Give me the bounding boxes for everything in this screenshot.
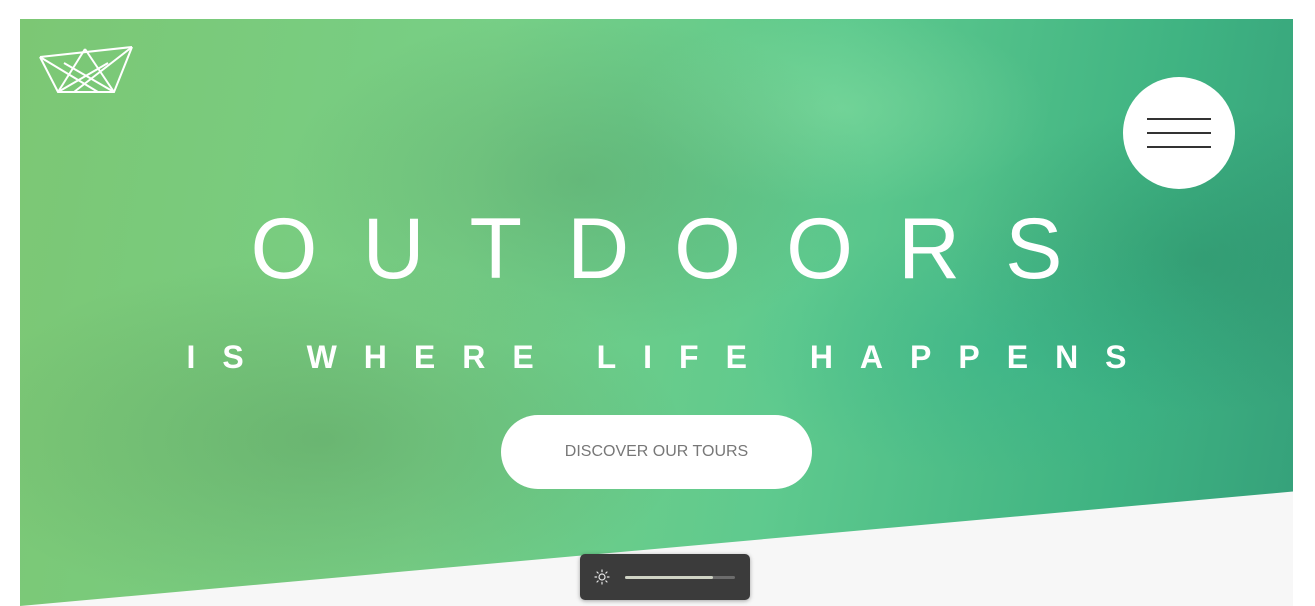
brightness-slider[interactable] — [625, 576, 735, 579]
hero-title: OUTDOORS — [250, 201, 1108, 297]
brightness-widget — [580, 554, 750, 600]
brightness-slider-fill — [625, 576, 713, 579]
menu-button[interactable] — [1123, 77, 1235, 189]
sun-icon — [594, 569, 610, 585]
hamburger-menu-icon-line — [1147, 146, 1211, 148]
hero-section: OUTDOORS IS WHERE LIFE HAPPENS DISCOVER … — [20, 19, 1293, 606]
page: OUTDOORS IS WHERE LIFE HAPPENS DISCOVER … — [0, 0, 1315, 606]
discover-tours-button[interactable]: DISCOVER OUR TOURS — [501, 415, 812, 489]
hamburger-menu-icon-line — [1147, 132, 1211, 134]
hero-subtitle: IS WHERE LIFE HAPPENS — [186, 339, 1154, 375]
hamburger-menu-icon — [1147, 118, 1211, 120]
crown-icon[interactable] — [38, 45, 134, 95]
hero-background-image — [20, 19, 1293, 606]
